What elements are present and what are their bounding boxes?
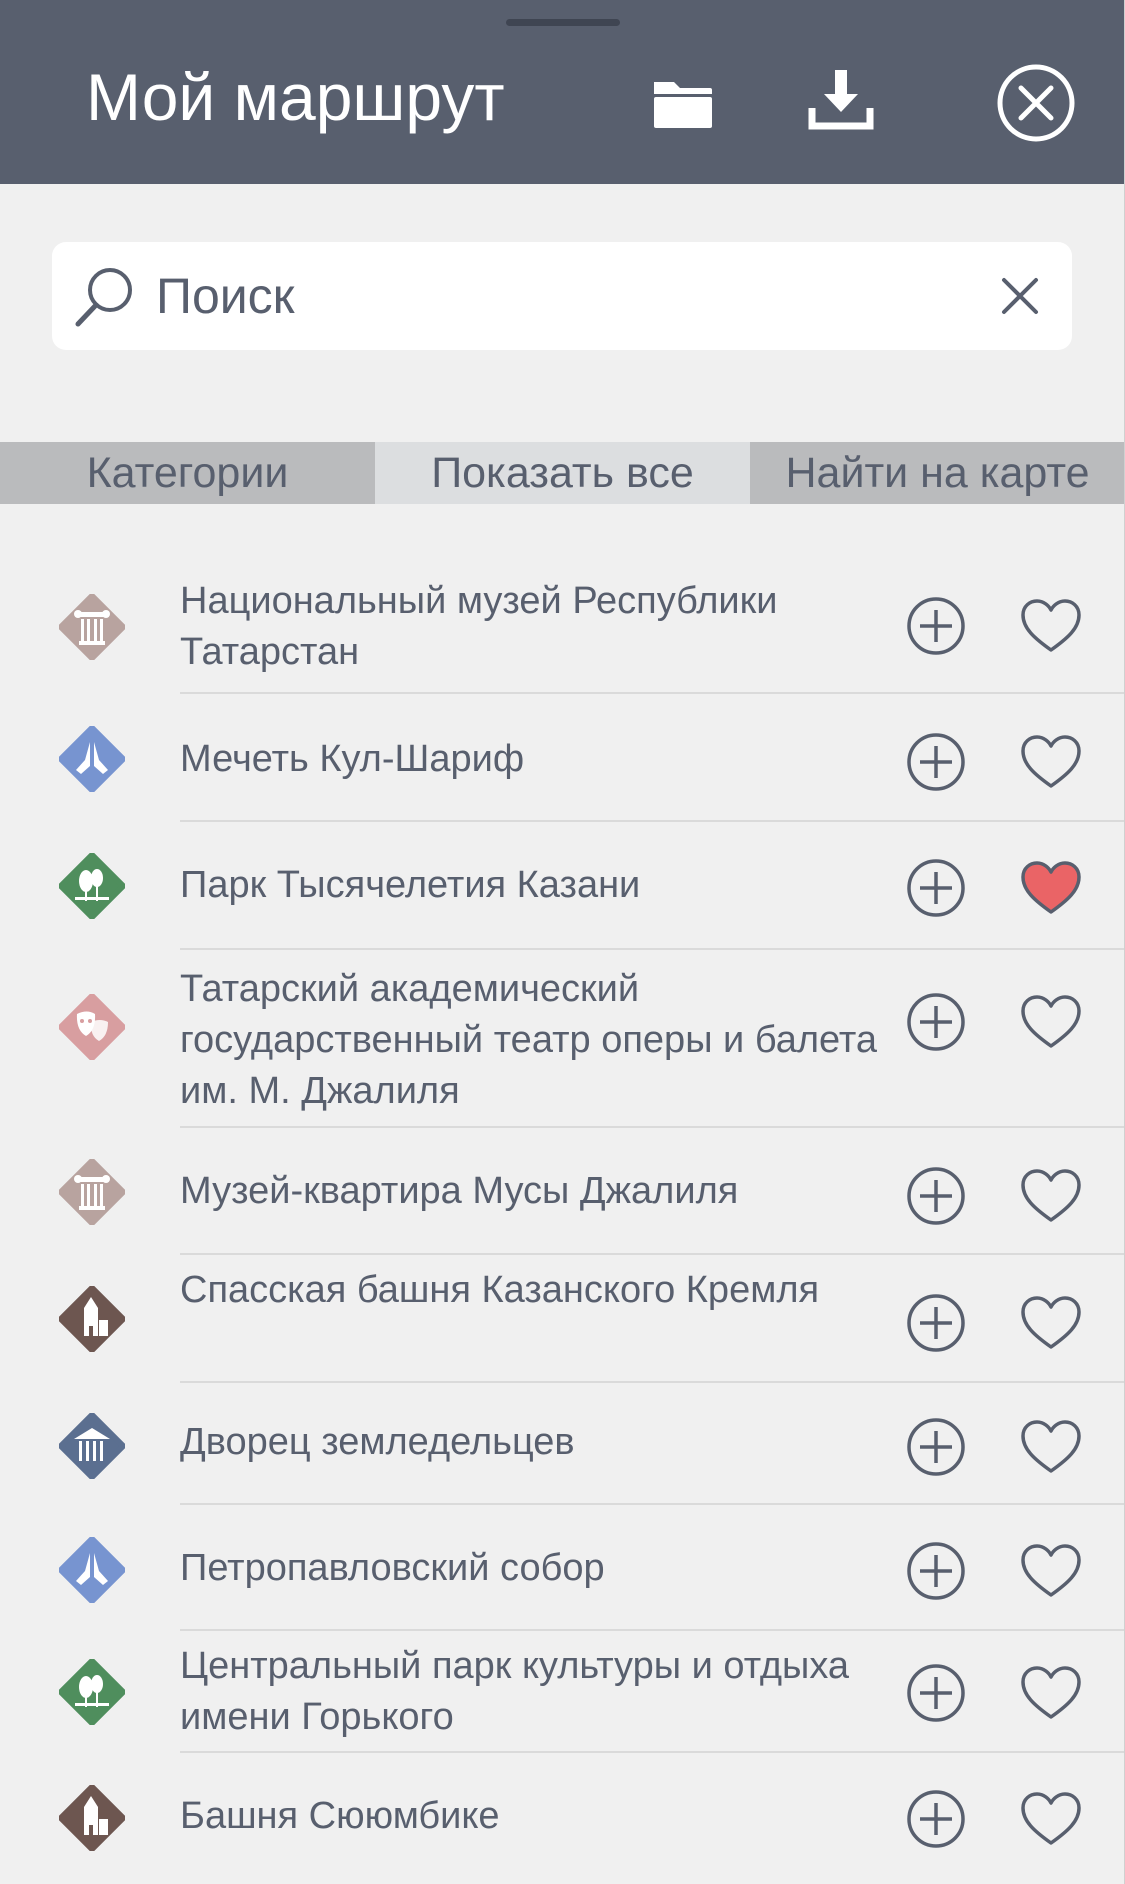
heart-icon[interactable] (1020, 1295, 1082, 1351)
park-trees-icon (58, 1658, 126, 1726)
castle-tower-icon (58, 1784, 126, 1852)
place-name: Спасская башня Казанского Кремля (180, 1269, 820, 1311)
heart-icon[interactable] (1020, 994, 1082, 1050)
folder-icon[interactable] (652, 74, 714, 130)
place-name: Дворец земледельцев (180, 1421, 575, 1463)
filter-tabs: Категории Показать все Найти на карте (0, 442, 1125, 504)
palace-columns-icon (58, 1412, 126, 1480)
heart-icon[interactable] (1020, 1543, 1082, 1599)
close-circle-icon[interactable] (996, 63, 1076, 143)
list-item[interactable]: Мечеть Кул-Шариф (0, 694, 1125, 822)
add-to-route-icon[interactable] (906, 1417, 966, 1477)
list-item[interactable]: Петропавловский собор (0, 1505, 1125, 1631)
list-item[interactable]: Парк Тысячелетия Казани (0, 822, 1125, 950)
place-name: Музей-квартира Мусы Джалиля (180, 1170, 739, 1212)
list-item[interactable]: Башня Сююмбике (0, 1753, 1125, 1881)
download-icon[interactable] (806, 68, 876, 132)
praying-hands-icon (58, 1536, 126, 1604)
list-item[interactable]: Спасская башня Казанского Кремля (0, 1255, 1125, 1383)
list-item[interactable]: Центральный парк культуры и отдыха имени… (0, 1631, 1125, 1753)
park-trees-icon (58, 852, 126, 920)
heart-filled-icon[interactable] (1020, 860, 1082, 916)
heart-icon[interactable] (1020, 1791, 1082, 1847)
place-name: Башня Сююмбике (180, 1795, 500, 1837)
theatre-masks-icon (58, 993, 126, 1061)
heart-icon[interactable] (1020, 1665, 1082, 1721)
place-name: Центральный парк культуры и отдыха имени… (180, 1645, 850, 1738)
add-to-route-icon[interactable] (906, 1166, 966, 1226)
places-list: Национальный музей Республики Татарстан М… (0, 554, 1125, 1881)
castle-tower-icon (58, 1285, 126, 1353)
heart-icon[interactable] (1020, 734, 1082, 790)
clear-search-icon[interactable] (996, 272, 1044, 320)
search-input[interactable] (156, 264, 996, 328)
museum-column-icon (58, 1158, 126, 1226)
drag-handle[interactable] (506, 19, 620, 26)
route-panel: Мой маршрут Поиск Категории Показать все… (0, 0, 1125, 1884)
place-name: Мечеть Кул-Шариф (180, 738, 525, 780)
search-bar (52, 242, 1072, 350)
museum-column-icon (58, 593, 126, 661)
add-to-route-icon[interactable] (906, 1789, 966, 1849)
heart-icon[interactable] (1020, 1419, 1082, 1475)
tab-categories[interactable]: Категории (0, 442, 375, 504)
add-to-route-icon[interactable] (906, 1541, 966, 1601)
add-to-route-icon[interactable] (906, 1293, 966, 1353)
add-to-route-icon[interactable] (906, 596, 966, 656)
header-bar: Мой маршрут (0, 0, 1125, 184)
add-to-route-icon[interactable] (906, 858, 966, 918)
add-to-route-icon[interactable] (906, 1663, 966, 1723)
add-to-route-icon[interactable] (906, 992, 966, 1052)
tab-show-all[interactable]: Показать все (375, 442, 750, 504)
list-item[interactable]: Национальный музей Республики Татарстан (0, 554, 1125, 694)
list-item[interactable]: Татарский академический государственный … (0, 950, 1125, 1128)
heart-icon[interactable] (1020, 598, 1082, 654)
place-name: Национальный музей Республики Татарстан (180, 580, 778, 673)
praying-hands-icon (58, 725, 126, 793)
list-item[interactable]: Музей-квартира Мусы Джалиля (0, 1128, 1125, 1255)
add-to-route-icon[interactable] (906, 732, 966, 792)
heart-icon[interactable] (1020, 1168, 1082, 1224)
page-title: Мой маршрут (86, 60, 505, 134)
place-name: Татарский академический государственный … (180, 968, 878, 1112)
place-name: Петропавловский собор (180, 1547, 605, 1589)
tab-find-on-map[interactable]: Найти на карте (750, 442, 1125, 504)
list-item[interactable]: Дворец земледельцев (0, 1383, 1125, 1505)
search-icon (75, 268, 132, 327)
place-name: Парк Тысячелетия Казани (180, 864, 641, 906)
